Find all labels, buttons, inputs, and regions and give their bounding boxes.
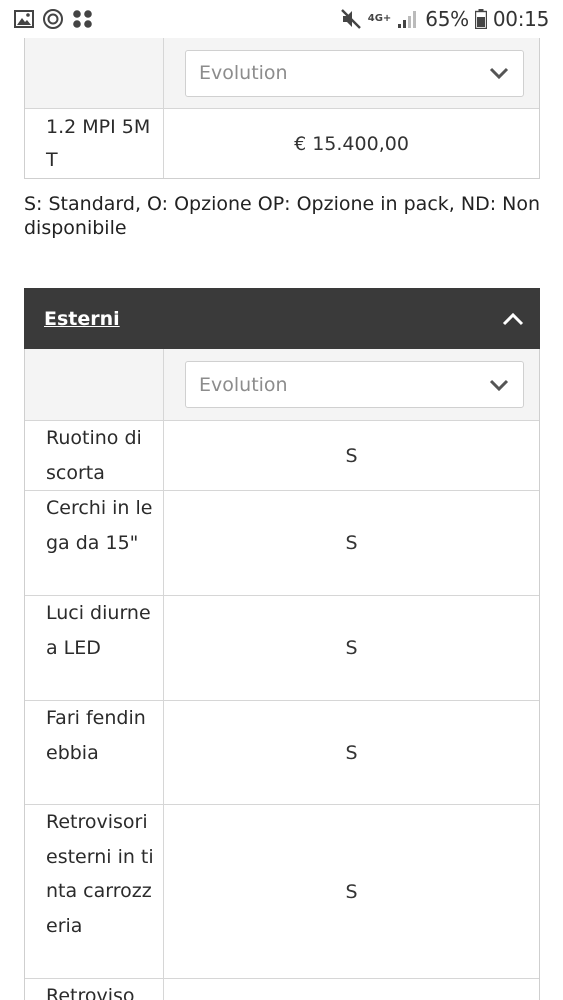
clock: 00:15 — [492, 7, 549, 31]
esterni-table: Evolution Ruotino di scorta S Cerchi in … — [24, 349, 540, 1000]
mute-icon — [340, 8, 362, 30]
section-header-esterni[interactable]: Esterni — [24, 288, 540, 349]
header-select-cell: Evolution — [164, 38, 539, 108]
chevron-down-icon — [489, 66, 509, 80]
status-bar-right: 4G+ 65% 00:15 — [340, 7, 549, 31]
status-bar: 4G+ 65% 00:15 — [0, 0, 563, 38]
network-type-label: 4G+ — [367, 13, 392, 24]
row-price: € 15.400,00 — [294, 132, 409, 155]
apps-icon — [72, 9, 94, 29]
header-empty-cell — [25, 38, 164, 108]
gallery-icon — [14, 10, 34, 28]
battery-percentage: 65% — [425, 7, 469, 31]
row-label: Ruotino di scorta — [25, 421, 164, 490]
row-value — [164, 979, 539, 1000]
row-value: S — [345, 444, 358, 467]
row-value: S — [345, 880, 358, 903]
row-label: 1.2 MPI 5MT — [25, 109, 164, 178]
row-value: S — [345, 532, 358, 554]
table-row: Cerchi in lega da 15" S — [25, 490, 539, 595]
version-select[interactable]: Evolution — [185, 49, 524, 97]
battery-icon — [474, 9, 487, 29]
table-row: Retrovisori esterni in tinta carrozzeria… — [25, 804, 539, 978]
price-table: Evolution 1.2 MPI 5MT € 15.400,00 — [24, 38, 540, 179]
chevron-down-icon — [489, 378, 509, 392]
signal-icon — [397, 9, 419, 29]
header-empty-cell — [25, 349, 164, 420]
chevron-up-icon[interactable] — [502, 312, 524, 326]
row-label: Fari fendinebbia — [25, 701, 164, 804]
table-row: Luci diurne a LED S — [25, 595, 539, 700]
row-value: S — [345, 637, 358, 659]
section-title[interactable]: Esterni — [44, 308, 120, 330]
table-row: Ruotino di scorta S — [25, 420, 539, 490]
version-select-value: Evolution — [199, 373, 288, 396]
row-label: Cerchi in lega da 15" — [25, 491, 164, 595]
version-select-value: Evolution — [199, 62, 288, 84]
row-label: Luci diurne a LED — [25, 596, 164, 700]
esterni-table-header: Evolution — [25, 349, 539, 420]
table-row: Retroviso — [25, 978, 539, 1000]
status-bar-left — [14, 8, 94, 30]
row-value: S — [345, 741, 358, 764]
table-row: 1.2 MPI 5MT € 15.400,00 — [25, 108, 539, 178]
price-table-header: Evolution — [25, 38, 539, 108]
row-label: Retroviso — [25, 979, 164, 1000]
header-select-cell: Evolution — [164, 349, 539, 420]
sync-icon — [42, 8, 64, 30]
table-row: Fari fendinebbia S — [25, 700, 539, 804]
version-select[interactable]: Evolution — [185, 361, 524, 408]
availability-legend: S: Standard, O: Opzione OP: Opzione in p… — [24, 193, 541, 239]
row-label: Retrovisori esterni in tinta carrozzeria — [25, 805, 164, 978]
